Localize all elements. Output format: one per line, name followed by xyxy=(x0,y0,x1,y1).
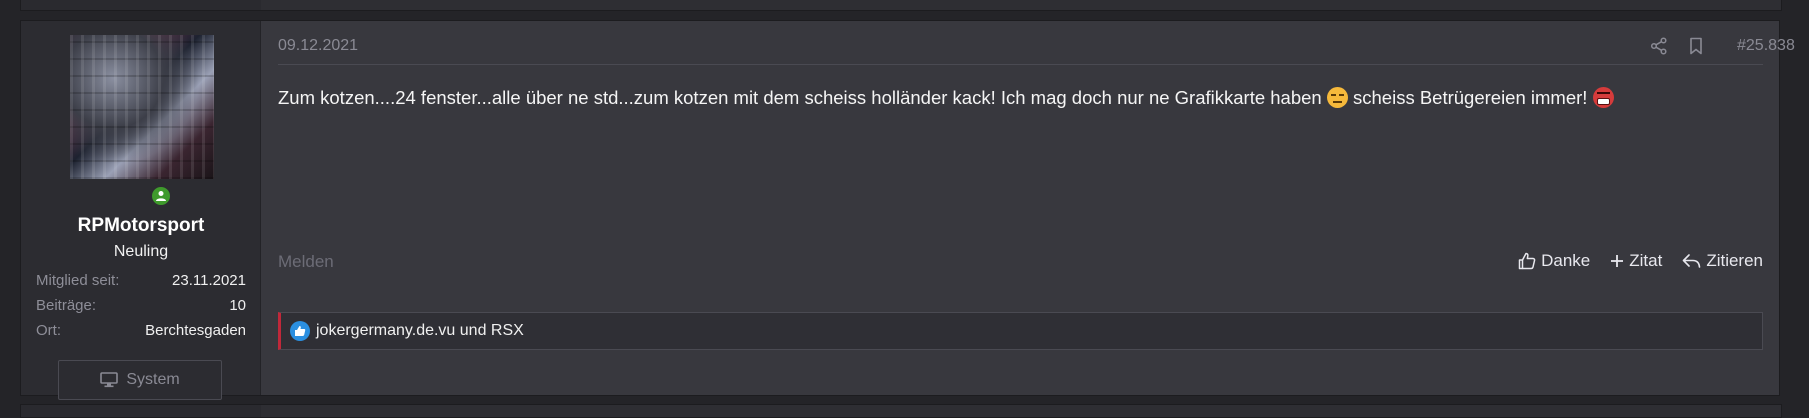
info-row-member-since: Mitglied seit: 23.11.2021 xyxy=(36,272,246,289)
info-value[interactable]: 10 xyxy=(229,297,246,314)
quote-button[interactable]: Zitat xyxy=(1610,251,1662,271)
info-row-posts: Beiträge: 10 xyxy=(36,297,246,314)
post-header-divider xyxy=(278,64,1763,65)
reply-arrow-icon xyxy=(1683,254,1701,268)
post-message: Zum kotzen....24 fenster...alle über ne … xyxy=(278,85,1763,111)
online-status-icon xyxy=(149,184,173,208)
thumbs-up-icon xyxy=(1518,252,1536,270)
expressionless-face-icon xyxy=(1326,87,1348,108)
reply-button[interactable]: Zitieren xyxy=(1682,251,1763,271)
reply-button-label: Zitieren xyxy=(1706,251,1763,270)
previous-post-user-column xyxy=(21,0,261,10)
user-sidebar: RPMotorsport Neuling Mitglied seit: 23.1… xyxy=(21,21,261,400)
info-key: Beiträge: xyxy=(36,297,97,314)
user-online-icon xyxy=(156,191,166,201)
quote-button-label: Zitat xyxy=(1629,251,1663,270)
post-actions: Danke Zitat Zitieren xyxy=(1518,251,1763,271)
like-button-label: Danke xyxy=(1541,251,1591,270)
avatar-image-texture xyxy=(70,35,214,179)
info-value: Berchtesgaden xyxy=(145,322,246,339)
message-text-part1: Zum kotzen....24 fenster...alle über ne … xyxy=(278,87,1322,108)
next-post-edge xyxy=(20,404,1782,418)
avatar[interactable] xyxy=(70,35,214,179)
previous-post-edge xyxy=(20,0,1782,11)
reactions-bar: jokergermany.de.vu und RSX xyxy=(278,312,1763,350)
plus-icon xyxy=(1611,255,1624,267)
reactions-users-link[interactable]: jokergermany.de.vu und RSX xyxy=(316,322,524,340)
post-number-link[interactable]: #25.838 xyxy=(1737,37,1795,55)
like-button[interactable]: Danke xyxy=(1518,251,1590,271)
angry-face-icon xyxy=(1592,87,1614,108)
system-button[interactable]: System xyxy=(58,360,222,400)
report-link[interactable]: Melden xyxy=(278,252,334,272)
forum-post: RPMotorsport Neuling Mitglied seit: 23.1… xyxy=(20,20,1795,400)
post-content: 09.12.2021 #25.838 Zum kotzen....24 fens… xyxy=(261,21,1795,395)
like-reaction-icon xyxy=(290,321,310,341)
message-text-part2: scheiss Betrügereien immer! xyxy=(1353,87,1588,108)
next-post-user-column xyxy=(21,405,261,417)
info-key: Ort: xyxy=(36,322,61,339)
share-icon[interactable] xyxy=(1650,37,1668,60)
username[interactable]: RPMotorsport xyxy=(21,215,261,237)
user-title: Neuling xyxy=(113,243,169,260)
info-key: Mitglied seit: xyxy=(36,272,120,289)
post-date[interactable]: 09.12.2021 xyxy=(278,37,358,55)
system-button-label: System xyxy=(126,371,180,388)
info-value: 23.11.2021 xyxy=(172,272,246,289)
monitor-icon xyxy=(100,372,119,388)
bookmark-icon[interactable] xyxy=(1688,37,1704,60)
info-row-location: Ort: Berchtesgaden xyxy=(36,322,246,339)
